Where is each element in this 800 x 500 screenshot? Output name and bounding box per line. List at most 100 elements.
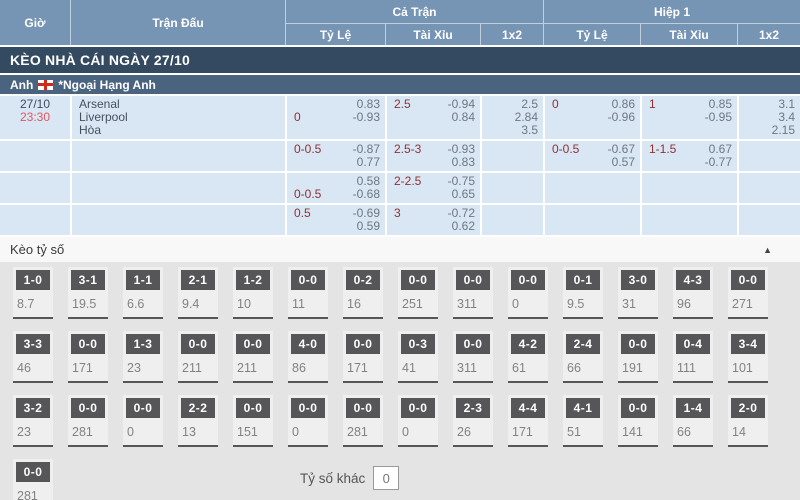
odds-value: 0.59 xyxy=(357,220,380,233)
score-card: 0-4111 xyxy=(673,331,713,383)
header-col-time: Giờ xyxy=(0,0,70,45)
score-odds: 51 xyxy=(563,418,603,439)
score-odds: 61 xyxy=(508,354,548,375)
score-section-header: Kèo tỷ số ▲ xyxy=(0,235,800,262)
score-odds: 66 xyxy=(563,354,603,375)
odds-cell-full-handicap: 0.580-0.5-0.68 xyxy=(285,173,385,203)
score-box: 4-4 xyxy=(511,398,545,418)
score-box: 0-1 xyxy=(566,270,600,290)
score-card: 0-0151 xyxy=(233,395,273,447)
collapse-arrow-icon[interactable]: ▲ xyxy=(763,245,772,255)
score-box: 3-1 xyxy=(71,270,105,290)
score-box: 3-0 xyxy=(621,270,655,290)
handicap-value: 0 xyxy=(552,98,559,111)
score-card: 1-323 xyxy=(123,331,163,383)
score-row: 0-0281 xyxy=(0,459,800,500)
score-box: 0-0 xyxy=(621,334,655,354)
score-odds: 8.7 xyxy=(13,290,53,311)
odds-cell-h1-overunder xyxy=(640,205,737,235)
header-group-full-match: Cả Trận xyxy=(285,0,543,23)
score-box: 2-2 xyxy=(181,398,215,418)
score-odds: 41 xyxy=(398,354,438,375)
header-sub-full-odds: Tỷ Lệ xyxy=(285,23,385,45)
score-card: 0-00 xyxy=(398,395,438,447)
handicap-value: 1 xyxy=(649,98,656,111)
league-name: *Ngoại Hạng Anh xyxy=(58,78,156,92)
score-card: 4-396 xyxy=(673,267,713,319)
handicap-value: 0-0.5 xyxy=(294,188,321,201)
handicap-value: 0 xyxy=(294,111,301,124)
handicap-value: 1-1.5 xyxy=(649,143,676,156)
odds-cell-full-1x2 xyxy=(480,205,543,235)
match-time: 23:30 xyxy=(0,111,70,124)
score-odds: 31 xyxy=(618,290,658,311)
score-odds: 211 xyxy=(178,354,218,375)
odds-value: -0.96 xyxy=(608,111,635,124)
score-box: 0-0 xyxy=(401,270,435,290)
score-section-title: Kèo tỷ số xyxy=(10,242,64,257)
odds-value: 0.84 xyxy=(452,111,475,124)
handicap-value: 2-2.5 xyxy=(394,175,421,188)
score-odds: 66 xyxy=(673,418,713,439)
score-card: 4-4171 xyxy=(508,395,548,447)
score-odds: 281 xyxy=(343,418,383,439)
score-card: 4-151 xyxy=(563,395,603,447)
score-box: 3-2 xyxy=(16,398,50,418)
score-box: 0-3 xyxy=(401,334,435,354)
odds-value: -0.77 xyxy=(705,156,732,169)
odds-cell-full-overunder: 2.5-3-0.930.83 xyxy=(385,141,480,171)
score-card: 2-466 xyxy=(563,331,603,383)
score-card: 0-0281 xyxy=(343,395,383,447)
score-box: 1-0 xyxy=(16,270,50,290)
match-cell xyxy=(70,173,285,203)
score-odds: 171 xyxy=(68,354,108,375)
score-card: 0-0191 xyxy=(618,331,658,383)
score-card: 0-00 xyxy=(288,395,328,447)
score-card: 0-011 xyxy=(288,267,328,319)
odds-value: 0.83 xyxy=(452,156,475,169)
score-grid: 1-08.73-119.51-16.62-19.41-2100-0110-216… xyxy=(0,267,800,500)
score-card: 0-216 xyxy=(343,267,383,319)
header-sub-h1-odds: Tỷ Lệ xyxy=(543,23,640,45)
odds-cell-full-overunder: 3-0.720.62 xyxy=(385,205,480,235)
score-card: 2-19.4 xyxy=(178,267,218,319)
score-box: 1-2 xyxy=(236,270,270,290)
score-odds: 46 xyxy=(13,354,53,375)
score-odds: 13 xyxy=(178,418,218,439)
score-card: 0-00 xyxy=(123,395,163,447)
odds-cell-h1-1x2 xyxy=(737,205,800,235)
odds-rows: 27/1023:30ArsenalLiverpoolHòa0.830-0.932… xyxy=(0,94,800,235)
score-odds: 9.5 xyxy=(563,290,603,311)
score-box: 2-1 xyxy=(181,270,215,290)
other-score-row: Tỷ số khác 0 xyxy=(300,465,399,491)
score-box: 0-0 xyxy=(291,398,325,418)
odds-row: 0-0.5-0.870.772.5-3-0.930.830-0.5-0.670.… xyxy=(0,139,800,171)
score-box: 0-0 xyxy=(291,270,325,290)
score-odds: 151 xyxy=(233,418,273,439)
time-cell xyxy=(0,141,70,171)
score-box: 1-1 xyxy=(126,270,160,290)
draw-label: Hòa xyxy=(72,124,285,137)
time-cell: 27/1023:30 xyxy=(0,96,70,139)
score-box: 0-0 xyxy=(236,334,270,354)
league-country: Anh xyxy=(10,78,33,92)
odds-cell-full-overunder: 2-2.5-0.750.65 xyxy=(385,173,480,203)
handicap-value: 0.5 xyxy=(294,207,311,220)
score-odds: 311 xyxy=(453,290,493,311)
odds-cell-h1-handicap xyxy=(543,205,640,235)
odds-table-header: Giờ Trận Đấu Cả Trận Hiệp 1 Tỷ Lệ Tài Xỉ… xyxy=(0,0,800,45)
odds-value: -0.93 xyxy=(353,111,380,124)
odds-cell-h1-1x2: 3.13.42.15 xyxy=(737,96,800,139)
header-group-first-half: Hiệp 1 xyxy=(543,0,800,23)
score-card: 2-014 xyxy=(728,395,768,447)
score-card: 0-0171 xyxy=(68,331,108,383)
header-sub-full-overunder: Tài Xỉu xyxy=(385,23,480,45)
other-score-value-box: 0 xyxy=(373,466,399,490)
odds-row: 0.5-0.690.593-0.720.62 xyxy=(0,203,800,235)
score-row: 1-08.73-119.51-16.62-19.41-2100-0110-216… xyxy=(0,267,800,319)
score-box: 0-0 xyxy=(16,462,50,482)
score-box: 0-2 xyxy=(346,270,380,290)
score-card: 1-210 xyxy=(233,267,273,319)
score-card: 0-00 xyxy=(508,267,548,319)
score-odds: 10 xyxy=(233,290,273,311)
